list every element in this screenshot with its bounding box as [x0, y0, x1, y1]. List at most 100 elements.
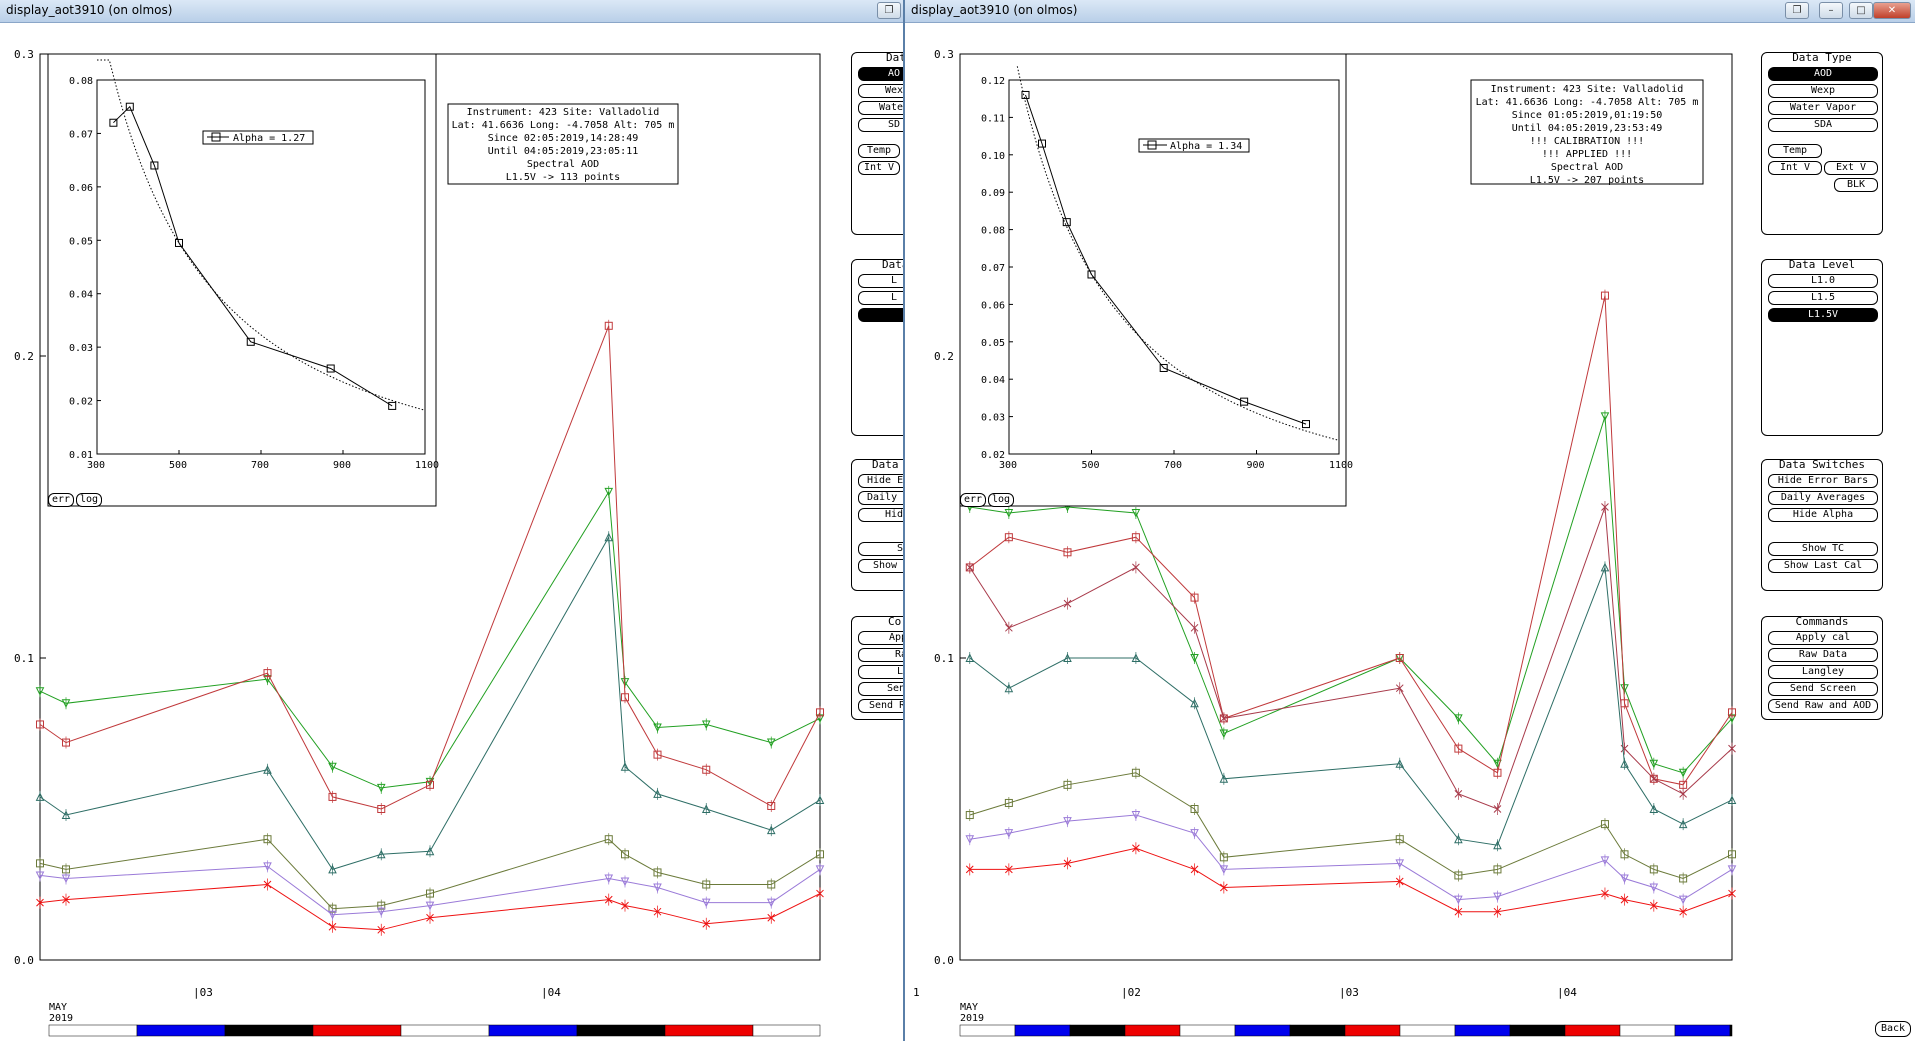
left-water-button[interactable]: Water — [858, 101, 903, 115]
info-line: L1.5V -> 113 points — [506, 172, 620, 183]
right-month: MAY — [960, 1002, 978, 1013]
colorbar-segment — [1289, 1024, 1346, 1037]
inset-y-tick-label: 0.04 — [981, 375, 1005, 386]
left-hide-error-bars-button[interactable]: Hide E — [858, 474, 903, 488]
colorbar-segment — [1069, 1024, 1126, 1037]
left-wexp-button[interactable]: Wex — [858, 84, 903, 98]
left-aod-button[interactable]: AO — [858, 67, 903, 81]
right-temp-button[interactable]: Temp — [1768, 144, 1822, 158]
inset-x-tick-label: 300 — [999, 460, 1017, 471]
right-wexp-button[interactable]: Wexp — [1768, 84, 1878, 98]
series-line — [969, 772, 1733, 880]
right-show-last-cal-button[interactable]: Show Last Cal — [1768, 559, 1878, 573]
right-langley-button[interactable]: Langley — [1768, 665, 1878, 679]
right-intv-button[interactable]: Int V — [1768, 161, 1822, 175]
right-hide-alpha-button[interactable]: Hide Alpha — [1768, 508, 1878, 522]
back-button[interactable]: Back — [1875, 1021, 1911, 1037]
series-line — [39, 535, 821, 870]
colorbar-segment — [1454, 1024, 1511, 1037]
right-window: display_aot3910 (on olmos) ❐ – □ ✕ 0.3 0.… — [903, 0, 1915, 1041]
y-tick-label: 0.2 — [14, 350, 34, 363]
colorbar-segment — [664, 1024, 754, 1037]
right-raw-data-button[interactable]: Raw Data — [1768, 648, 1878, 662]
colorbar-segment — [576, 1024, 666, 1037]
left-show-tc-button[interactable]: Sh — [858, 542, 903, 556]
right-l10-button[interactable]: L1.0 — [1768, 274, 1878, 288]
right-inset-frame — [959, 53, 1347, 507]
left-send-screen-button[interactable]: Send — [858, 682, 903, 696]
info-line: Spectral AOD — [527, 159, 599, 170]
left-xday-04: |04 — [541, 986, 561, 999]
left-sda-button[interactable]: SD — [858, 118, 903, 132]
right-l15-button[interactable]: L1.5 — [1768, 291, 1878, 305]
colorbar-segment — [1179, 1024, 1236, 1037]
inset-x-tick-label: 900 — [1247, 460, 1265, 471]
colorbar-segment — [488, 1024, 578, 1037]
inset-x-tick-label: 500 — [1082, 460, 1100, 471]
left-apply-cal-button[interactable]: App — [858, 631, 903, 645]
right-aod-button[interactable]: AOD — [1768, 67, 1878, 81]
left-alpha-text: Alpha = 1.27 — [233, 133, 305, 144]
info-line: Since 02:05:2019,14:28:49 — [488, 133, 639, 144]
series-line — [969, 847, 1733, 913]
colorbar-segment — [1014, 1024, 1071, 1037]
right-xday-01: 1 — [913, 986, 920, 999]
series-4 — [965, 766, 1736, 885]
left-data-type-panel: Dat AO Wex Water SD Temp Int V — [851, 52, 903, 235]
left-l15v-button[interactable]: L — [858, 308, 903, 322]
left-err-button[interactable]: err — [48, 493, 74, 507]
inset-x-tick-label: 1100 — [1329, 460, 1353, 471]
right-switches-title: Data Switches — [1778, 458, 1866, 471]
right-err-button[interactable]: err — [960, 493, 986, 507]
colorbar-segment — [48, 1024, 138, 1037]
left-daily-averages-button[interactable]: Daily — [858, 491, 903, 505]
left-window: display_aot3910 (on olmos) ❐ 0.3 0.2 0.1 0.… — [0, 0, 903, 1041]
inset-y-tick-label: 0.03 — [69, 343, 93, 354]
inset-x-tick-label: 900 — [333, 460, 351, 471]
right-send-screen-button[interactable]: Send Screen — [1768, 682, 1878, 696]
inset-x-tick-label: 300 — [87, 460, 105, 471]
left-inset-frame — [47, 53, 437, 507]
y-tick-label: 0.3 — [934, 48, 954, 61]
right-extv-button[interactable]: Ext V — [1824, 161, 1878, 175]
colorbar-segment — [1124, 1024, 1181, 1037]
right-apply-cal-button[interactable]: Apply cal — [1768, 631, 1878, 645]
left-hide-alpha-button[interactable]: Hide — [858, 508, 903, 522]
right-show-tc-button[interactable]: Show TC — [1768, 542, 1878, 556]
info-line: Until 04:05:2019,23:05:11 — [488, 146, 639, 157]
left-commands-title: Co — [888, 615, 902, 628]
left-show-last-cal-button[interactable]: Show — [858, 559, 903, 573]
left-switches-title: Data — [872, 458, 899, 471]
right-data-type-title: Data Type — [1792, 51, 1852, 64]
right-daily-averages-button[interactable]: Daily Averages — [1768, 491, 1878, 505]
left-l10-button[interactable]: L — [858, 274, 903, 288]
left-send-raw-button[interactable]: Send Ra — [858, 699, 903, 713]
inset-x-tick-label: 500 — [169, 460, 187, 471]
colorbar-segment — [1399, 1024, 1456, 1037]
left-intv-button[interactable]: Int V — [858, 161, 900, 175]
right-hide-error-bars-button[interactable]: Hide Error Bars — [1768, 474, 1878, 488]
right-blk-button[interactable]: BLK — [1834, 178, 1878, 192]
info-line: Lat: 41.6636 Long: -4.7058 Alt: 705 m — [1476, 97, 1699, 108]
right-send-raw-aod-button[interactable]: Send Raw and AOD — [1768, 699, 1878, 713]
colorbar-segment — [312, 1024, 402, 1037]
y-tick-label: 0.0 — [934, 954, 954, 967]
right-l15v-button[interactable]: L1.5V — [1768, 308, 1878, 322]
series-5 — [965, 809, 1737, 906]
left-langley-button[interactable]: La — [858, 665, 903, 679]
colorbar-segment — [1564, 1024, 1621, 1037]
left-xday-03: |03 — [193, 986, 213, 999]
right-water-vapor-button[interactable]: Water Vapor — [1768, 101, 1878, 115]
left-temp-button[interactable]: Temp — [858, 144, 900, 158]
right-switches-panel: Data Switches Hide Error Bars Daily Aver… — [1761, 459, 1883, 591]
inset-y-tick-label: 0.05 — [981, 338, 1005, 349]
left-raw-data-button[interactable]: Ra — [858, 648, 903, 662]
right-log-button[interactable]: log — [988, 493, 1014, 507]
right-alpha-text: Alpha = 1.34 — [1170, 141, 1242, 152]
right-sda-button[interactable]: SDA — [1768, 118, 1878, 132]
series-0 — [35, 485, 825, 794]
left-l15-button[interactable]: L — [858, 291, 903, 305]
left-switches-panel: Data Hide E Daily Hide Sh Show — [851, 459, 903, 591]
left-log-button[interactable]: log — [76, 493, 102, 507]
left-year: 2019 — [49, 1013, 73, 1024]
